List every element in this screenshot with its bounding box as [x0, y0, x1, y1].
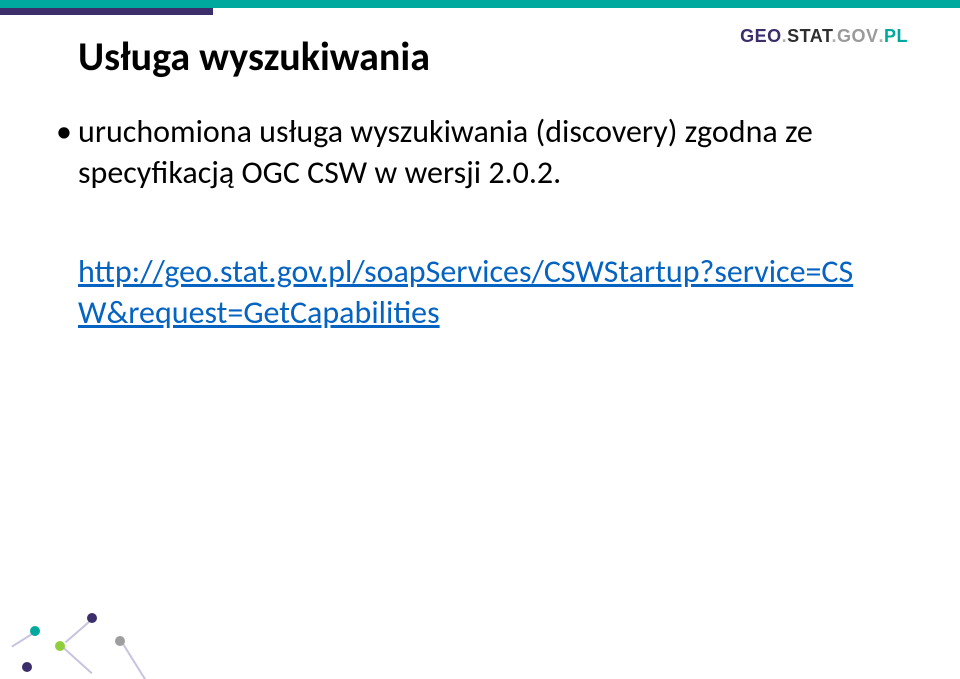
bullet-marker: •	[56, 112, 78, 153]
service-link[interactable]: http://geo.stat.gov.pl/soapServices/CSWS…	[78, 252, 853, 332]
service-link-block: http://geo.stat.gov.pl/soapServices/CSWS…	[78, 252, 878, 334]
decor-dot	[55, 641, 65, 651]
bullet-item: •uruchomiona usługa wyszukiwania (discov…	[56, 112, 856, 194]
decor-dot	[115, 636, 125, 646]
decor-dot	[30, 626, 40, 636]
decor-dot	[87, 613, 97, 623]
decor-dot	[22, 662, 32, 672]
slide-content: Usługa wyszukiwania •uruchomiona usługa …	[0, 0, 960, 679]
bullet-text: uruchomiona usługa wyszukiwania (discove…	[78, 112, 838, 194]
slide-title: Usługa wyszukiwania	[78, 32, 430, 81]
